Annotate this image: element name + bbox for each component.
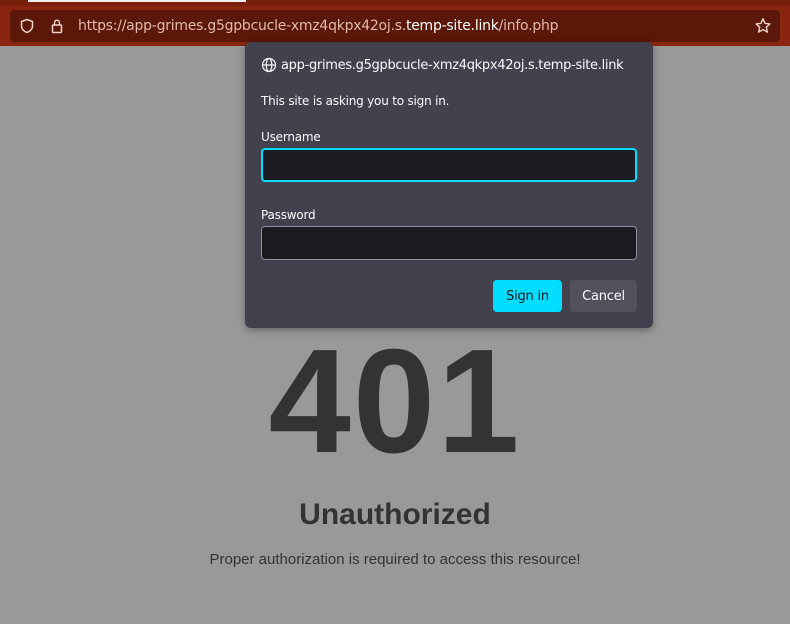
globe-icon: [261, 57, 277, 73]
lock-icon[interactable]: [46, 15, 68, 37]
url-text[interactable]: https://app-grimes.g5gpbcucle-xmz4qkpx42…: [78, 18, 558, 34]
error-title: Unauthorized: [299, 498, 491, 531]
password-input[interactable]: [261, 226, 637, 260]
username-label: Username: [261, 130, 321, 144]
cancel-button[interactable]: Cancel: [570, 280, 637, 312]
url-prefix: https://app-grimes.g5gpbcucle-xmz4qkpx42…: [78, 18, 406, 34]
shield-icon[interactable]: [16, 15, 38, 37]
active-tab-indicator[interactable]: [28, 0, 246, 2]
password-label: Password: [261, 208, 316, 222]
auth-dialog: app-grimes.g5gpbcucle-xmz4qkpx42oj.s.tem…: [245, 42, 653, 328]
sign-in-button[interactable]: Sign in: [493, 280, 562, 312]
username-input[interactable]: [261, 148, 637, 182]
error-code: 401: [268, 319, 522, 484]
dialog-header: app-grimes.g5gpbcucle-xmz4qkpx42oj.s.tem…: [261, 57, 624, 73]
star-icon[interactable]: [752, 15, 774, 37]
dialog-site: app-grimes.g5gpbcucle-xmz4qkpx42oj.s.tem…: [281, 57, 624, 73]
url-domain: temp-site.link: [405, 18, 499, 34]
browser-toolbar: https://app-grimes.g5gpbcucle-xmz4qkpx42…: [0, 6, 790, 46]
error-description: Proper authorization is required to acce…: [209, 551, 581, 568]
url-path: /info.php: [498, 18, 559, 34]
address-bar[interactable]: https://app-grimes.g5gpbcucle-xmz4qkpx42…: [10, 10, 780, 42]
dialog-message: This site is asking you to sign in.: [261, 94, 450, 108]
